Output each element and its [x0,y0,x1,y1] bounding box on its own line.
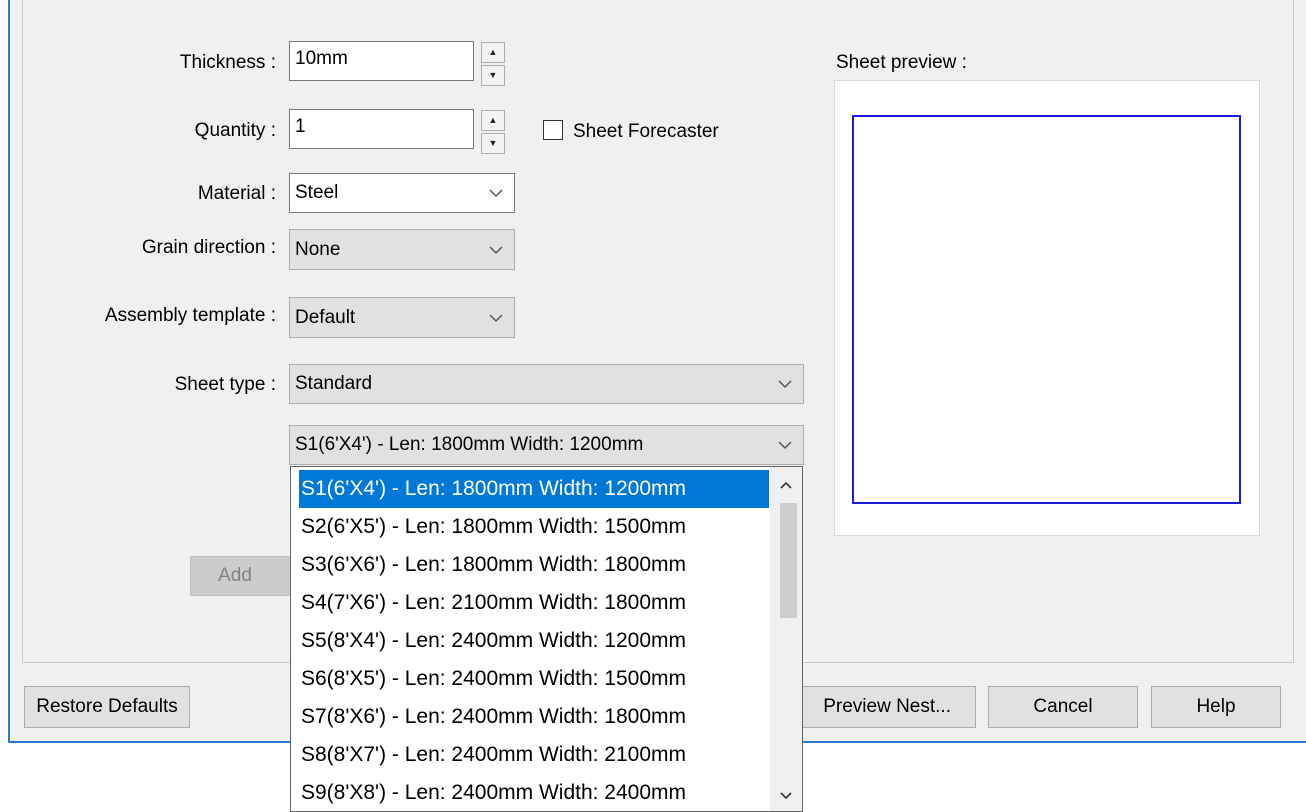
spin-down-icon[interactable]: ▼ [481,133,505,154]
quantity-spinner[interactable]: ▲ ▼ [481,110,505,154]
chevron-down-icon [489,189,503,198]
chevron-down-icon [489,245,503,254]
quantity-input[interactable]: 1 [289,109,474,149]
help-button[interactable]: Help [1151,686,1281,728]
assembly-template-select[interactable]: Default [289,297,515,338]
chevron-down-icon[interactable] [770,777,802,811]
sheet-forecaster-label[interactable]: Sheet Forecaster [573,121,719,143]
dropdown-option[interactable]: S5(8'X4') - Len: 2400mm Width: 1200mm [291,622,769,660]
grain-direction-label: Grain direction : [141,237,276,258]
sheet-forecaster-checkbox[interactable] [543,120,563,140]
thickness-label: Thickness : [179,52,276,73]
dropdown-option[interactable]: S6(8'X5') - Len: 2400mm Width: 1500mm [291,660,769,698]
dialog-border-left [8,0,10,742]
dropdown-option[interactable]: S3(6'X6') - Len: 1800mm Width: 1800mm [291,546,769,584]
quantity-label: Quantity : [194,120,276,141]
material-label: Material : [197,183,276,204]
sheet-size-options: S1(6'X4') - Len: 1800mm Width: 1200mm S2(… [291,467,802,811]
chevron-down-icon [778,441,792,450]
dropdown-scrollbar[interactable] [770,467,802,811]
sheet-type-value: Standard [295,373,373,394]
dropdown-option[interactable]: S1(6'X4') - Len: 1800mm Width: 1200mm [299,470,769,508]
restore-defaults-button[interactable]: Restore Defaults [24,686,190,728]
chevron-down-icon [489,313,503,322]
cancel-button[interactable]: Cancel [988,686,1138,728]
sheet-preview-label: Sheet preview : [836,52,967,73]
thickness-spinner[interactable]: ▲ ▼ [481,42,505,86]
sheet-size-dropdown-list[interactable]: S1(6'X4') - Len: 1800mm Width: 1200mm S2(… [290,466,803,812]
dropdown-option[interactable]: S2(6'X5') - Len: 1800mm Width: 1500mm [291,508,769,546]
grain-direction-select[interactable]: None [289,229,515,270]
assembly-template-value: Default [295,306,356,328]
grain-direction-value: None [295,238,341,260]
material-select[interactable]: Steel [289,173,515,213]
spin-up-icon[interactable]: ▲ [481,42,505,63]
thickness-input[interactable]: 10mm [289,41,474,81]
sheet-size-value: S1(6'X4') - Len: 1800mm Width: 1200mm [295,434,644,455]
scroll-thumb[interactable] [780,503,797,618]
chevron-down-icon [778,380,792,389]
spin-down-icon[interactable]: ▼ [481,65,505,86]
sheet-preview-outline [852,115,1241,504]
sheet-type-select[interactable]: Standard [289,364,804,404]
dropdown-option[interactable]: S8(8'X7') - Len: 2400mm Width: 2100mm [291,736,769,774]
sheet-type-label: Sheet type : [174,374,276,395]
dropdown-option[interactable]: S7(8'X6') - Len: 2400mm Width: 1800mm [291,698,769,736]
spin-up-icon[interactable]: ▲ [481,110,505,131]
sheet-size-select[interactable]: S1(6'X4') - Len: 1800mm Width: 1200mm [289,425,804,465]
dropdown-option[interactable]: S9(8'X8') - Len: 2400mm Width: 2400mm [291,774,769,811]
assembly-template-label: Assembly template : [104,305,276,326]
chevron-up-icon[interactable] [770,467,802,503]
dropdown-option[interactable]: S4(7'X6') - Len: 2100mm Width: 1800mm [291,584,769,622]
material-value: Steel [295,182,339,203]
